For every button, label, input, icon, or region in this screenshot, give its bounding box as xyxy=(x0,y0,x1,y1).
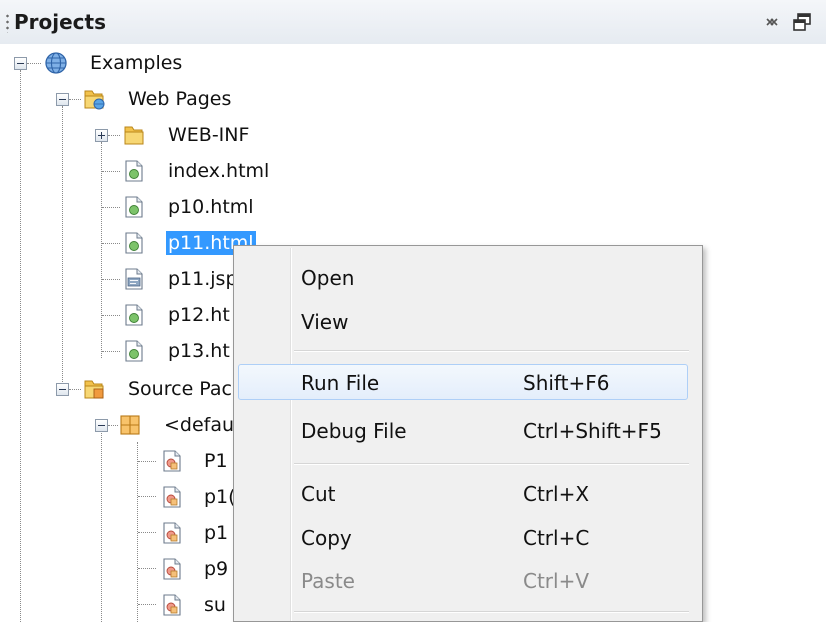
tree-node-label: Examples xyxy=(90,52,183,74)
folder-icon xyxy=(124,126,144,145)
menu-separator xyxy=(294,463,689,465)
menu-item-view[interactable]: View xyxy=(238,303,688,339)
menu-item-shortcut: Shift+F6 xyxy=(523,371,610,395)
tree-node-java-file[interactable]: p9 xyxy=(156,550,230,586)
panel-title: Projects xyxy=(14,10,107,34)
context-menu[interactable]: Open View Run File Shift+F6 Debug File C… xyxy=(233,245,703,622)
menu-item-label: View xyxy=(301,310,349,334)
tree-node-java-file[interactable]: p1 xyxy=(156,514,230,550)
menu-item-shortcut: Ctrl+C xyxy=(523,526,590,550)
tree-node-label: WEB-INF xyxy=(168,124,250,146)
menu-separator xyxy=(294,611,689,613)
tree-node-label: p11.jsp xyxy=(168,268,238,290)
menu-item-shortcut: Ctrl+Shift+F5 xyxy=(523,419,662,443)
tree-node-java-file[interactable]: p1( xyxy=(156,478,236,514)
menu-item-cut[interactable]: Cut Ctrl+X xyxy=(238,475,688,511)
tree-node-label: p9 xyxy=(204,558,229,580)
tree-node-label: Web Pages xyxy=(128,88,232,110)
html-file-icon xyxy=(125,160,143,182)
menu-item-label: Copy xyxy=(301,526,352,550)
menu-item-run-file[interactable]: Run File Shift+F6 xyxy=(238,364,688,400)
menu-item-label: Open xyxy=(301,266,355,290)
tree-node-label: su xyxy=(204,594,226,616)
tree-node-default-package[interactable]: <defau xyxy=(80,406,234,442)
java-file-icon xyxy=(163,486,181,508)
tree-node-p12-html[interactable]: p12.ht xyxy=(120,296,230,332)
html-file-icon xyxy=(125,304,143,326)
tree-node-p13-html[interactable]: p13.ht xyxy=(120,332,230,368)
menu-item-shortcut: Ctrl+X xyxy=(523,482,590,506)
menu-item-copy[interactable]: Copy Ctrl+C xyxy=(238,519,688,555)
collapse-toggle[interactable] xyxy=(95,419,108,432)
close-icon[interactable] xyxy=(762,12,782,32)
menu-item-label: Run File xyxy=(301,371,380,395)
tree-node-web-pages[interactable]: Web Pages xyxy=(40,80,300,116)
tree-node-source-packages[interactable]: Source Pac xyxy=(40,370,232,406)
java-file-icon xyxy=(163,558,181,580)
menu-item-paste[interactable]: Paste Ctrl+V xyxy=(238,562,688,598)
tree-node-p10-html[interactable]: p10.html xyxy=(120,188,300,224)
java-file-icon xyxy=(163,594,181,616)
tree-node-java-file[interactable]: su xyxy=(156,586,230,622)
collapse-toggle[interactable] xyxy=(56,93,69,106)
menu-item-open[interactable]: Open xyxy=(238,259,688,295)
tree-node-label: p10.html xyxy=(168,196,254,218)
tree-node-label: p1 xyxy=(204,522,229,544)
tree-node-label: <defau xyxy=(164,414,235,436)
html-file-icon xyxy=(125,196,143,218)
menu-item-debug-file[interactable]: Debug File Ctrl+Shift+F5 xyxy=(238,412,688,448)
tree-node-label: P1 xyxy=(204,450,228,472)
tree-node-web-inf[interactable]: WEB-INF xyxy=(80,116,300,152)
menu-item-label: Cut xyxy=(301,482,336,506)
tree-node-index-html[interactable]: index.html xyxy=(120,152,300,188)
menu-item-label: Debug File xyxy=(301,419,407,443)
collapse-toggle[interactable] xyxy=(56,383,69,396)
expand-toggle[interactable] xyxy=(95,129,108,142)
package-icon xyxy=(120,415,140,435)
html-file-icon xyxy=(125,340,143,362)
tree-node-label: index.html xyxy=(168,160,270,182)
drag-grip-icon[interactable] xyxy=(6,13,9,33)
tree-node-examples[interactable]: Examples xyxy=(0,44,300,80)
html-file-icon xyxy=(125,232,143,254)
projects-panel-header[interactable]: Projects xyxy=(0,0,826,46)
globe-icon xyxy=(45,52,67,74)
java-file-icon xyxy=(163,450,181,472)
menu-item-shortcut: Ctrl+V xyxy=(523,569,590,593)
web-folder-icon xyxy=(84,90,105,110)
tree-node-java-file[interactable]: P1 xyxy=(156,442,230,478)
java-file-icon xyxy=(163,522,181,544)
tree-node-label: p12.ht xyxy=(168,304,230,326)
menu-item-label: Paste xyxy=(301,569,355,593)
collapse-toggle[interactable] xyxy=(14,57,27,70)
jsp-file-icon xyxy=(125,268,143,290)
restore-window-icon[interactable] xyxy=(792,12,812,32)
menu-separator xyxy=(294,350,689,352)
tree-node-label: p13.ht xyxy=(168,340,230,362)
tree-node-label: Source Pac xyxy=(128,378,232,400)
source-folder-icon xyxy=(84,380,104,399)
